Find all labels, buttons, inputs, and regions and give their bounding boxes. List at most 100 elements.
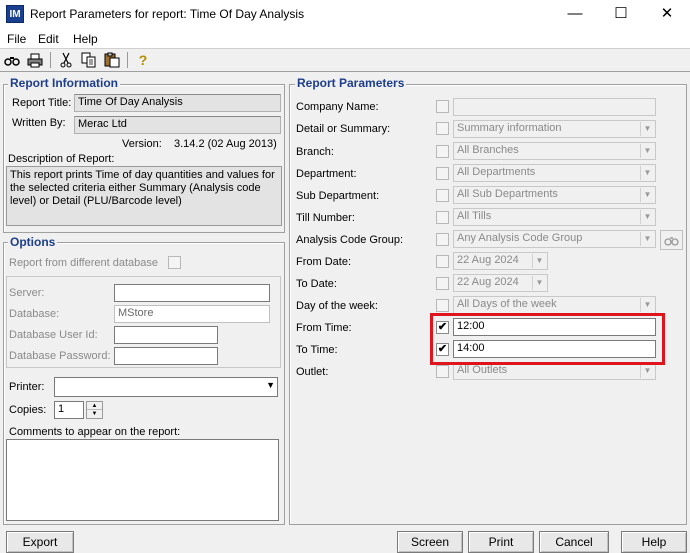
company-name-checkbox[interactable] (436, 100, 449, 113)
department-checkbox[interactable] (436, 167, 449, 180)
description-label: Description of Report: (8, 153, 115, 165)
department-value: All Departments (457, 166, 536, 178)
chevron-down-icon[interactable]: ▼ (532, 276, 546, 290)
from-date-label: From Date: (296, 256, 352, 268)
analysis-code-label: Analysis Code Group: (296, 234, 403, 246)
chevron-down-icon[interactable]: ▼ (640, 166, 654, 180)
analysis-code-checkbox[interactable] (436, 233, 449, 246)
scissors-icon[interactable] (58, 52, 74, 68)
detail-summary-value: Summary information (457, 122, 562, 134)
till-number-checkbox[interactable] (436, 211, 449, 224)
db-user-input[interactable] (114, 326, 218, 344)
till-number-label: Till Number: (296, 212, 355, 224)
minimize-button[interactable]: — (552, 0, 598, 30)
to-date-checkbox[interactable] (436, 277, 449, 290)
to-time-label: To Time: (296, 344, 338, 356)
help-icon[interactable]: ? (135, 52, 151, 68)
chevron-down-icon[interactable]: ▼ (640, 210, 654, 224)
toolbar-separator (127, 52, 128, 68)
chevron-down-icon[interactable]: ▼ (640, 144, 654, 158)
binoculars-icon[interactable] (4, 52, 20, 68)
options-title: Options (8, 235, 58, 249)
version-label: Version: (122, 138, 162, 150)
outlet-label: Outlet: (296, 366, 329, 378)
sub-department-label: Sub Department: (296, 190, 380, 202)
chevron-down-icon[interactable]: ▼ (266, 380, 275, 390)
comments-textarea[interactable] (6, 439, 279, 521)
menu-help[interactable]: Help (73, 32, 98, 46)
printer-label: Printer: (9, 381, 45, 393)
department-label: Department: (296, 168, 357, 180)
analysis-code-value: Any Analysis Code Group (457, 232, 583, 244)
day-of-week-value: All Days of the week (457, 298, 557, 310)
version-value: 3.14.2 (02 Aug 2013) (174, 138, 277, 150)
detail-summary-select[interactable]: Summary information ▼ (453, 120, 656, 138)
from-date-value: 22 Aug 2024 (457, 254, 519, 266)
report-title-field: Time Of Day Analysis (74, 94, 281, 112)
database-input[interactable]: MStore (114, 305, 270, 323)
sub-department-value: All Sub Departments (457, 188, 558, 200)
day-of-week-checkbox[interactable] (436, 299, 449, 312)
from-date-checkbox[interactable] (436, 255, 449, 268)
different-database-checkbox[interactable] (168, 256, 181, 269)
server-input[interactable] (114, 284, 270, 302)
copies-input[interactable]: 1 (54, 401, 84, 419)
cancel-button[interactable]: Cancel (539, 531, 609, 553)
paste-icon[interactable] (104, 52, 120, 68)
screen-button[interactable]: Screen (397, 531, 463, 553)
department-select[interactable]: All Departments ▼ (453, 164, 656, 182)
window-title: Report Parameters for report: Time Of Da… (30, 7, 305, 21)
from-date-picker[interactable]: 22 Aug 2024 ▼ (453, 252, 548, 270)
copy-icon[interactable] (81, 52, 97, 68)
printer-icon[interactable] (27, 52, 43, 68)
stepper-up-icon[interactable]: ▲ (87, 402, 102, 410)
chevron-down-icon[interactable]: ▼ (640, 298, 654, 312)
report-parameters-title: Report Parameters (295, 76, 407, 90)
help-button[interactable]: Help (621, 531, 687, 553)
db-password-input[interactable] (114, 347, 218, 365)
copies-stepper[interactable]: ▲ ▼ (86, 401, 103, 419)
chevron-down-icon[interactable]: ▼ (640, 232, 654, 246)
company-name-label: Company Name: (296, 101, 379, 113)
export-button[interactable]: Export (6, 531, 74, 553)
analysis-code-select[interactable]: Any Analysis Code Group ▼ (453, 230, 656, 248)
server-label: Server: (9, 287, 45, 299)
outlet-checkbox[interactable] (436, 365, 449, 378)
stepper-down-icon[interactable]: ▼ (87, 410, 102, 418)
binoculars-icon (664, 237, 679, 246)
comments-label: Comments to appear on the report: (9, 426, 181, 438)
chevron-down-icon[interactable]: ▼ (532, 254, 546, 268)
company-name-field[interactable] (453, 98, 656, 116)
menu-file[interactable]: File (7, 32, 26, 46)
toolbar-separator (50, 52, 51, 68)
chevron-down-icon[interactable]: ▼ (640, 364, 654, 378)
print-button[interactable]: Print (468, 531, 534, 553)
till-number-select[interactable]: All Tills ▼ (453, 208, 656, 226)
sub-department-checkbox[interactable] (436, 189, 449, 202)
to-date-picker[interactable]: 22 Aug 2024 ▼ (453, 274, 548, 292)
db-password-label: Database Password: (9, 350, 111, 362)
from-time-label: From Time: (296, 322, 352, 334)
close-button[interactable]: ✕ (644, 0, 690, 30)
database-label: Database: (9, 308, 60, 320)
branch-checkbox[interactable] (436, 145, 449, 158)
branch-select[interactable]: All Branches ▼ (453, 142, 656, 160)
to-date-label: To Date: (296, 278, 337, 290)
description-field: This report prints Time of day quantitie… (6, 166, 282, 226)
maximize-button[interactable]: ☐ (598, 0, 644, 30)
menu-edit[interactable]: Edit (38, 32, 59, 46)
detail-summary-label: Detail or Summary: (296, 123, 391, 135)
sub-department-select[interactable]: All Sub Departments ▼ (453, 186, 656, 204)
detail-summary-checkbox[interactable] (436, 122, 449, 135)
chevron-down-icon[interactable]: ▼ (640, 188, 654, 202)
day-of-week-select[interactable]: All Days of the week ▼ (453, 296, 656, 314)
report-information-title: Report Information (8, 76, 120, 90)
chevron-down-icon[interactable]: ▼ (640, 122, 654, 136)
app-icon: IM (6, 5, 24, 23)
highlight-box (430, 313, 665, 365)
written-by-label: Written By: (12, 117, 66, 129)
printer-select[interactable]: ▼ (54, 377, 278, 397)
analysis-search-button[interactable] (660, 230, 683, 250)
branch-label: Branch: (296, 146, 334, 158)
db-user-label: Database User Id: (9, 329, 98, 341)
